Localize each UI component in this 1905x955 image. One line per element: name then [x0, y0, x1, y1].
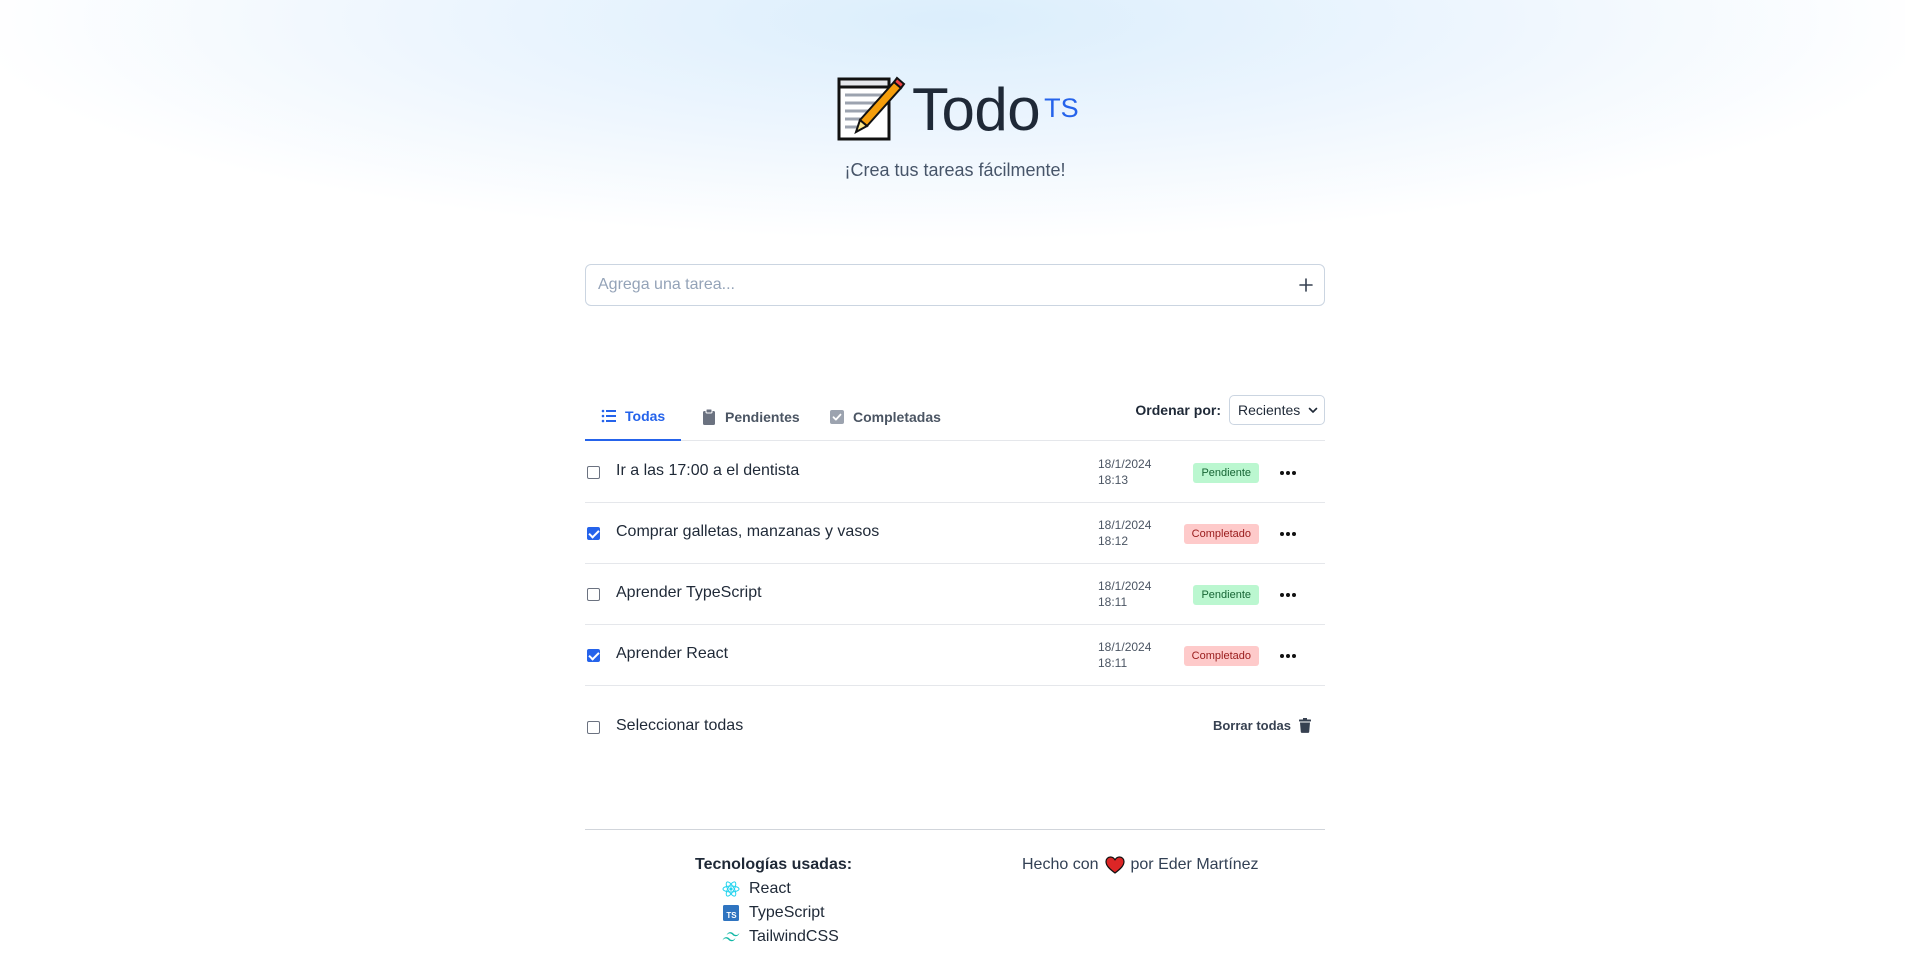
filter-tabs: Todas Pendientes Completadas Ordenar por…: [585, 392, 1325, 441]
app-title: Todo: [912, 76, 1041, 143]
tailwind-icon: [722, 928, 740, 946]
tab-pendientes-label: Pendientes: [725, 408, 800, 425]
status-badge: Pendiente: [1193, 463, 1259, 483]
plus-icon: [1298, 277, 1314, 293]
footer-divider: [585, 829, 1325, 830]
task-text[interactable]: Aprender React: [616, 645, 728, 663]
tech-name: TailwindCSS: [749, 928, 839, 945]
sort-selected-value: Recientes: [1238, 402, 1301, 418]
add-task-form: [585, 264, 1325, 306]
task-checkbox[interactable]: [587, 588, 600, 601]
technologies-title: Tecnologías usadas:: [695, 856, 853, 873]
tech-item-react: React: [722, 877, 852, 901]
task-row: Aprender React 18/1/2024 18:11 Completado: [585, 625, 1325, 686]
more-horizontal-icon: [1280, 593, 1296, 597]
tab-completadas-label: Completadas: [853, 408, 941, 425]
svg-text:TS: TS: [726, 911, 737, 920]
task-date-day: 18/1/2024: [1098, 457, 1152, 471]
clipboard-icon: [701, 408, 717, 425]
task-row: Comprar galletas, manzanas y vasos 18/1/…: [585, 503, 1325, 564]
task-options-button[interactable]: [1279, 525, 1297, 543]
sort-select[interactable]: Recientes: [1229, 395, 1325, 425]
task-date: 18/1/2024 18:13: [1098, 456, 1151, 488]
task-row: Aprender TypeScript 18/1/2024 18:11 Pendi…: [585, 564, 1325, 625]
task-date-time: 18:12: [1098, 534, 1129, 548]
task-date-day: 18/1/2024: [1098, 518, 1152, 532]
status-badge: Completado: [1183, 524, 1259, 544]
task-date: 18/1/2024 18:12: [1098, 517, 1151, 549]
technologies-section: Tecnologías usadas: React TS TypeScript: [695, 856, 852, 949]
more-horizontal-icon: [1280, 471, 1296, 475]
task-checkbox[interactable]: [587, 527, 600, 540]
memo-icon: [834, 74, 906, 146]
sort-control: Ordenar por: Recientes: [1135, 395, 1325, 425]
task-date-time: 18:11: [1098, 595, 1128, 609]
sort-label: Ordenar por:: [1135, 402, 1221, 418]
made-by: Hecho con por Eder Martínez: [1022, 856, 1259, 874]
task-options-button[interactable]: [1279, 647, 1297, 665]
task-checkbox[interactable]: [587, 649, 600, 662]
task-text[interactable]: Ir a las 17:00 a el dentista: [616, 462, 799, 480]
task-date-day: 18/1/2024: [1098, 579, 1152, 593]
chevron-down-icon: [1308, 405, 1318, 415]
made-by-author: por Eder Martínez: [1130, 856, 1259, 873]
task-date: 18/1/2024 18:11: [1098, 578, 1151, 610]
bulk-actions: Seleccionar todas Borrar todas: [585, 712, 1325, 742]
check-square-icon: [829, 409, 845, 425]
tab-pendientes[interactable]: Pendientes: [685, 392, 816, 441]
task-date-time: 18:11: [1098, 656, 1128, 670]
tab-todas[interactable]: Todas: [585, 392, 682, 441]
task-list: Ir a las 17:00 a el dentista 18/1/2024 18…: [585, 442, 1325, 686]
list-icon: [601, 408, 617, 424]
logo: Todo TS: [834, 74, 1079, 146]
app-subtitle: ¡Crea tus tareas fácilmente!: [844, 160, 1066, 180]
tab-todas-label: Todas: [625, 407, 666, 424]
task-date: 18/1/2024 18:11: [1098, 639, 1151, 671]
more-horizontal-icon: [1280, 532, 1296, 536]
tab-completadas[interactable]: Completadas: [813, 392, 957, 441]
delete-all-button[interactable]: Borrar todas: [1213, 718, 1311, 733]
task-date-time: 18:13: [1098, 473, 1129, 487]
app-title-sup: TS: [1044, 93, 1079, 123]
tech-name: React: [749, 880, 791, 897]
task-options-button[interactable]: [1279, 464, 1297, 482]
react-icon: [722, 880, 740, 898]
task-options-button[interactable]: [1279, 586, 1297, 604]
tech-item-tailwind: TailwindCSS: [722, 925, 852, 949]
trash-icon: [1299, 718, 1311, 733]
task-date-day: 18/1/2024: [1098, 640, 1152, 654]
delete-all-label: Borrar todas: [1212, 718, 1291, 733]
app-header: Todo TS ¡Crea tus tareas fácilmente!: [585, 74, 1325, 194]
status-badge: Pendiente: [1193, 585, 1259, 605]
task-text[interactable]: Comprar galletas, manzanas y vasos: [616, 523, 879, 541]
more-horizontal-icon: [1280, 654, 1296, 658]
made-by-prefix: Hecho con: [1022, 856, 1099, 873]
typescript-icon: TS: [722, 904, 740, 922]
select-all-checkbox[interactable]: [587, 721, 600, 734]
status-badge: Completado: [1183, 646, 1259, 666]
select-all-label[interactable]: Seleccionar todas: [616, 717, 743, 735]
tech-name: TypeScript: [749, 904, 825, 921]
task-row: Ir a las 17:00 a el dentista 18/1/2024 18…: [585, 442, 1325, 503]
heart-icon: [1104, 856, 1125, 874]
task-text[interactable]: Aprender TypeScript: [616, 584, 762, 602]
add-task-input[interactable]: [586, 265, 1288, 305]
task-checkbox[interactable]: [587, 466, 600, 479]
add-task-button[interactable]: [1288, 265, 1324, 305]
tech-item-typescript: TS TypeScript: [722, 901, 852, 925]
